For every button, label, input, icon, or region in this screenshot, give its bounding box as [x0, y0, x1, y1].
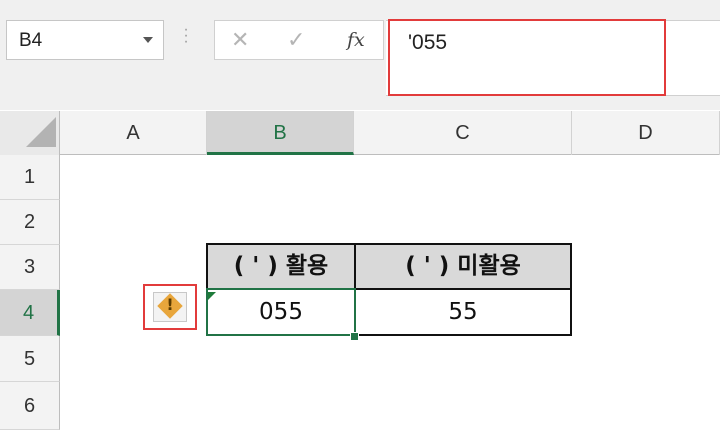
chevron-down-icon[interactable]	[143, 37, 153, 43]
row-header-3[interactable]: 3	[0, 245, 60, 290]
cancel-icon[interactable]: ✕	[231, 27, 249, 53]
column-header-a[interactable]: A	[60, 111, 207, 155]
column-header-c[interactable]: C	[354, 111, 572, 155]
formula-content[interactable]: '055	[408, 31, 447, 55]
column-header-d[interactable]: D	[572, 111, 720, 155]
cell-c4[interactable]: 55	[354, 288, 572, 336]
error-flag-icon	[208, 292, 216, 300]
row-header-1[interactable]: 1	[0, 155, 60, 200]
row-header-4[interactable]: 4	[0, 290, 60, 336]
name-box-value: B4	[19, 30, 43, 51]
row-header-2[interactable]: 2	[0, 200, 60, 245]
formula-buttons: ✕ ✓ fx	[214, 20, 384, 60]
enter-icon[interactable]: ✓	[287, 27, 305, 53]
name-box[interactable]: B4	[6, 20, 164, 60]
select-all-triangle-icon	[26, 117, 56, 147]
row-header-5[interactable]: 5	[0, 336, 60, 382]
cell-b4-active[interactable]: 055	[206, 288, 356, 336]
row-header-6[interactable]: 6	[0, 382, 60, 430]
table-header-with-apostrophe[interactable]: ( ' ) 활용	[206, 243, 356, 290]
warning-exclamation: !	[166, 295, 174, 314]
table-header-without-apostrophe[interactable]: ( ' ) 미활용	[354, 243, 572, 290]
column-header-b[interactable]: B	[207, 111, 354, 155]
fill-handle[interactable]	[350, 332, 359, 341]
insert-function-icon[interactable]: fx	[347, 29, 365, 51]
separator-grip-icon[interactable]: · · ·	[183, 22, 189, 50]
